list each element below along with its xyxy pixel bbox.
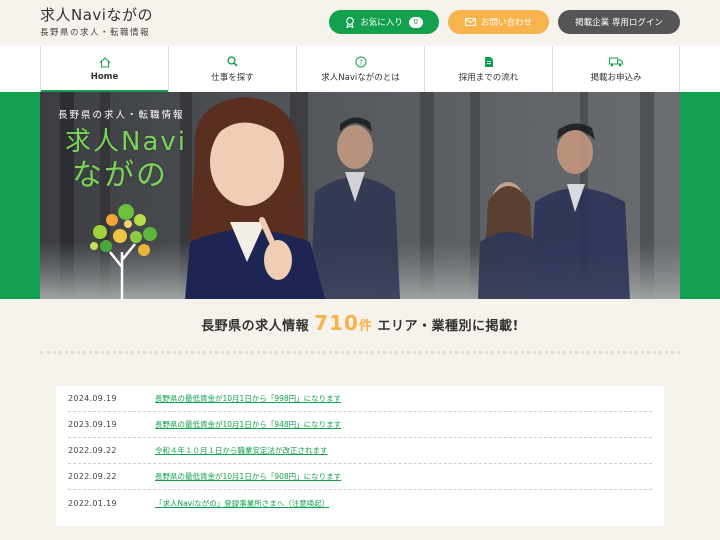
nav-label-about: 求人Naviながのとは bbox=[321, 72, 400, 83]
nav-label-apply-listing: 掲載お申込み bbox=[590, 72, 642, 83]
question-icon: ? bbox=[355, 56, 367, 68]
hero-photo bbox=[40, 92, 680, 299]
logo-subtitle: 長野県の求人・転職情報 bbox=[40, 28, 151, 38]
news-date: 2022.09.22 bbox=[68, 472, 117, 481]
search-icon bbox=[227, 56, 238, 68]
site-logo[interactable]: 求人Naviながの 長野県の求人・転職情報 bbox=[40, 6, 153, 40]
news-date: 2022.01.19 bbox=[68, 498, 117, 508]
nav-label-home: Home bbox=[90, 71, 119, 82]
favorites-button[interactable]: お気に入り 0 bbox=[329, 10, 439, 34]
truck-icon bbox=[609, 56, 623, 68]
favorites-label: お気に入り bbox=[360, 18, 403, 28]
news-date: 2023.09.19 bbox=[68, 420, 117, 429]
svg-text:?: ? bbox=[359, 58, 363, 66]
news-item: 2022.09.22 長野県の最低賃金が10月1日から「908円」になります bbox=[68, 464, 652, 490]
document-icon bbox=[484, 56, 494, 68]
logo-title: 求人Naviながの bbox=[40, 6, 153, 24]
news-item: 2023.09.19 長野県の最低賃金が10月1日から「948円」になります bbox=[68, 412, 652, 438]
news-link[interactable]: 長野県の最低賃金が10月1日から「908円」になります bbox=[155, 471, 341, 482]
news-item: 2024.09.19 長野県の最低賃金が10月1日から「998円」になります bbox=[68, 386, 652, 412]
job-count-summary: 長野県の求人情報 710件 エリア・業種別に掲載! bbox=[0, 311, 720, 335]
count-suffix: エリア・業種別に掲載! bbox=[377, 319, 519, 334]
nav-item-about[interactable]: ? 求人Naviながのとは bbox=[296, 46, 424, 92]
news-date: 2024.09.19 bbox=[68, 394, 117, 403]
favorites-count-badge: 0 bbox=[408, 16, 423, 28]
hero-title-line2: ながの bbox=[72, 158, 168, 193]
news-link[interactable]: 「求人Naviながの」登録事業所さまへ（注意喚起） bbox=[155, 498, 329, 509]
site-header: 求人Naviながの 長野県の求人・転職情報 お気に入り 0 お問い合わせ 掲載企… bbox=[0, 0, 720, 46]
news-date: 2022.09.22 bbox=[68, 446, 117, 455]
nav-item-home[interactable]: Home bbox=[40, 46, 168, 92]
contact-label: お問い合わせ bbox=[480, 18, 532, 28]
login-label: 掲載企業 専用ログイン bbox=[575, 18, 663, 28]
hero-banner: 長野県の求人・転職情報 求人Navi ながの bbox=[40, 92, 680, 299]
home-icon bbox=[99, 57, 111, 69]
nav-label-search-jobs: 仕事を探す bbox=[211, 72, 254, 83]
nav-item-hiring-flow[interactable]: 採用までの流れ bbox=[424, 46, 552, 92]
dotted-divider bbox=[40, 351, 680, 354]
news-list: 2024.09.19 長野県の最低賃金が10月1日から「998円」になります 2… bbox=[56, 386, 664, 526]
news-link[interactable]: 長野県の最低賃金が10月1日から「948円」になります bbox=[155, 419, 341, 430]
news-link[interactable]: 長野県の最低賃金が10月1日から「998円」になります bbox=[155, 393, 341, 404]
nav-label-hiring-flow: 採用までの流れ bbox=[458, 72, 519, 83]
hero-title-line1: 求人Navi bbox=[65, 127, 187, 157]
job-count-unit: 件 bbox=[358, 319, 373, 334]
mail-icon bbox=[465, 18, 476, 26]
count-prefix: 長野県の求人情報 bbox=[201, 319, 310, 334]
hero-subtitle: 長野県の求人・転職情報 bbox=[58, 110, 185, 121]
global-nav: Home 仕事を探す ? 求人Naviながのとは 採用までの流れ 掲載お申込み bbox=[0, 46, 720, 92]
news-item: 2022.01.19 「求人Naviながの」登録事業所さまへ（注意喚起） bbox=[68, 490, 652, 516]
company-login-button[interactable]: 掲載企業 専用ログイン bbox=[558, 10, 680, 34]
nav-item-apply-listing[interactable]: 掲載お申込み bbox=[552, 46, 680, 92]
contact-button[interactable]: お問い合わせ bbox=[448, 10, 549, 34]
medal-icon bbox=[345, 16, 355, 28]
job-count-number: 710 bbox=[314, 311, 359, 335]
news-item: 2022.09.22 令和４年１０月１日から職業安定法が改正されます bbox=[68, 438, 652, 464]
nav-item-search-jobs[interactable]: 仕事を探す bbox=[168, 46, 296, 92]
news-link[interactable]: 令和４年１０月１日から職業安定法が改正されます bbox=[155, 445, 328, 456]
